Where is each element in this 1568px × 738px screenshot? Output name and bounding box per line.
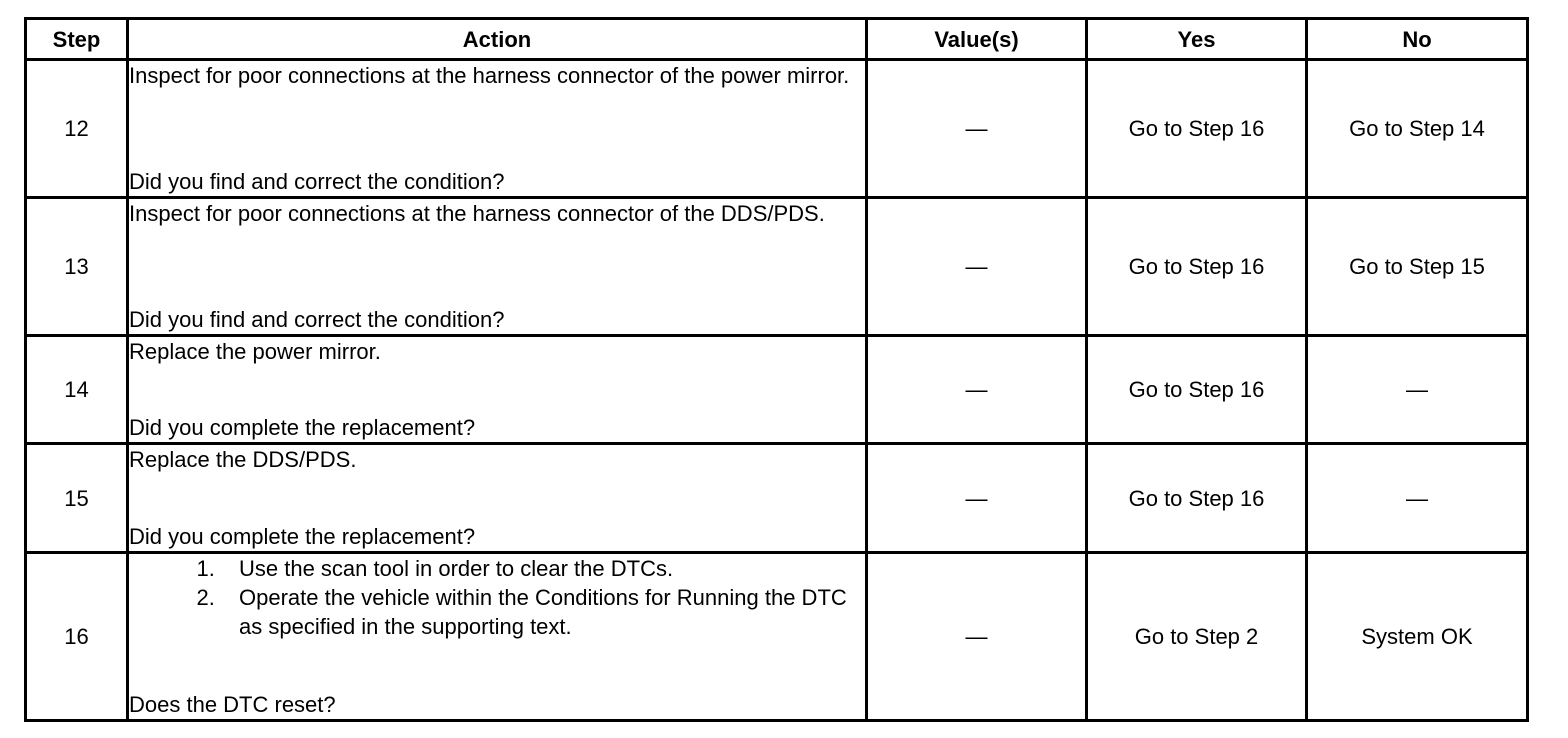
value-cell: — <box>865 442 1088 554</box>
yes-cell: Go to Step 16 <box>1085 195 1308 337</box>
header-yes: Yes <box>1085 17 1308 61</box>
step-number: 15 <box>24 442 129 554</box>
yes-cell: Go to Step 16 <box>1085 58 1308 199</box>
no-cell: — <box>1305 333 1529 446</box>
table-row: 14 Replace the power mirror. Did you com… <box>24 333 1529 446</box>
action-text: Inspect for poor connections at the harn… <box>129 200 825 226</box>
action-question: Did you complete the replacement? <box>129 415 476 441</box>
table-row: 13 Inspect for poor connections at the h… <box>24 195 1529 337</box>
yes-cell: Go to Step 16 <box>1085 442 1308 554</box>
substep-item: Operate the vehicle within the Condition… <box>221 583 865 641</box>
table-row: 15 Replace the DDS/PDS. Did you complete… <box>24 442 1529 554</box>
action-question: Did you find and correct the condition? <box>129 306 505 332</box>
table-row: 16 Use the scan tool in order to clear t… <box>24 550 1529 723</box>
substep-list: Use the scan tool in order to clear the … <box>129 554 865 641</box>
step-number: 14 <box>24 333 129 446</box>
action-cell: Inspect for poor connections at the harn… <box>126 58 868 199</box>
diagnostic-table: Step Action Value(s) Yes No 12 Inspect f… <box>24 17 1529 723</box>
value-cell: — <box>865 58 1088 199</box>
header-step: Step <box>24 17 129 61</box>
header-row: Step Action Value(s) Yes No <box>24 17 1529 61</box>
header-no: No <box>1305 17 1529 61</box>
header-values: Value(s) <box>865 17 1088 61</box>
action-question: Did you complete the replacement? <box>129 523 476 549</box>
action-text: Replace the power mirror. <box>129 338 381 364</box>
header-action: Action <box>126 17 868 61</box>
table-row: 12 Inspect for poor connections at the h… <box>24 58 1529 199</box>
yes-cell: Go to Step 2 <box>1085 550 1308 723</box>
step-number: 13 <box>24 195 129 337</box>
value-cell: — <box>865 333 1088 446</box>
step-number: 12 <box>24 58 129 199</box>
action-question: Does the DTC reset? <box>129 692 336 717</box>
value-cell: — <box>865 550 1088 723</box>
action-cell: Replace the DDS/PDS. Did you complete th… <box>126 442 868 554</box>
no-cell: Go to Step 15 <box>1305 195 1529 337</box>
step-number: 16 <box>24 550 129 723</box>
action-cell: Inspect for poor connections at the harn… <box>126 195 868 337</box>
no-cell: System OK <box>1305 550 1529 723</box>
action-question: Did you find and correct the condition? <box>129 168 505 194</box>
no-cell: Go to Step 14 <box>1305 58 1529 199</box>
value-cell: — <box>865 195 1088 337</box>
action-text: Inspect for poor connections at the harn… <box>129 63 850 88</box>
yes-cell: Go to Step 16 <box>1085 333 1308 446</box>
action-text: Replace the DDS/PDS. <box>129 447 357 473</box>
no-cell: — <box>1305 442 1529 554</box>
action-cell: Replace the power mirror. Did you comple… <box>126 333 868 446</box>
substep-item: Use the scan tool in order to clear the … <box>221 554 865 583</box>
action-cell: Use the scan tool in order to clear the … <box>126 550 868 723</box>
